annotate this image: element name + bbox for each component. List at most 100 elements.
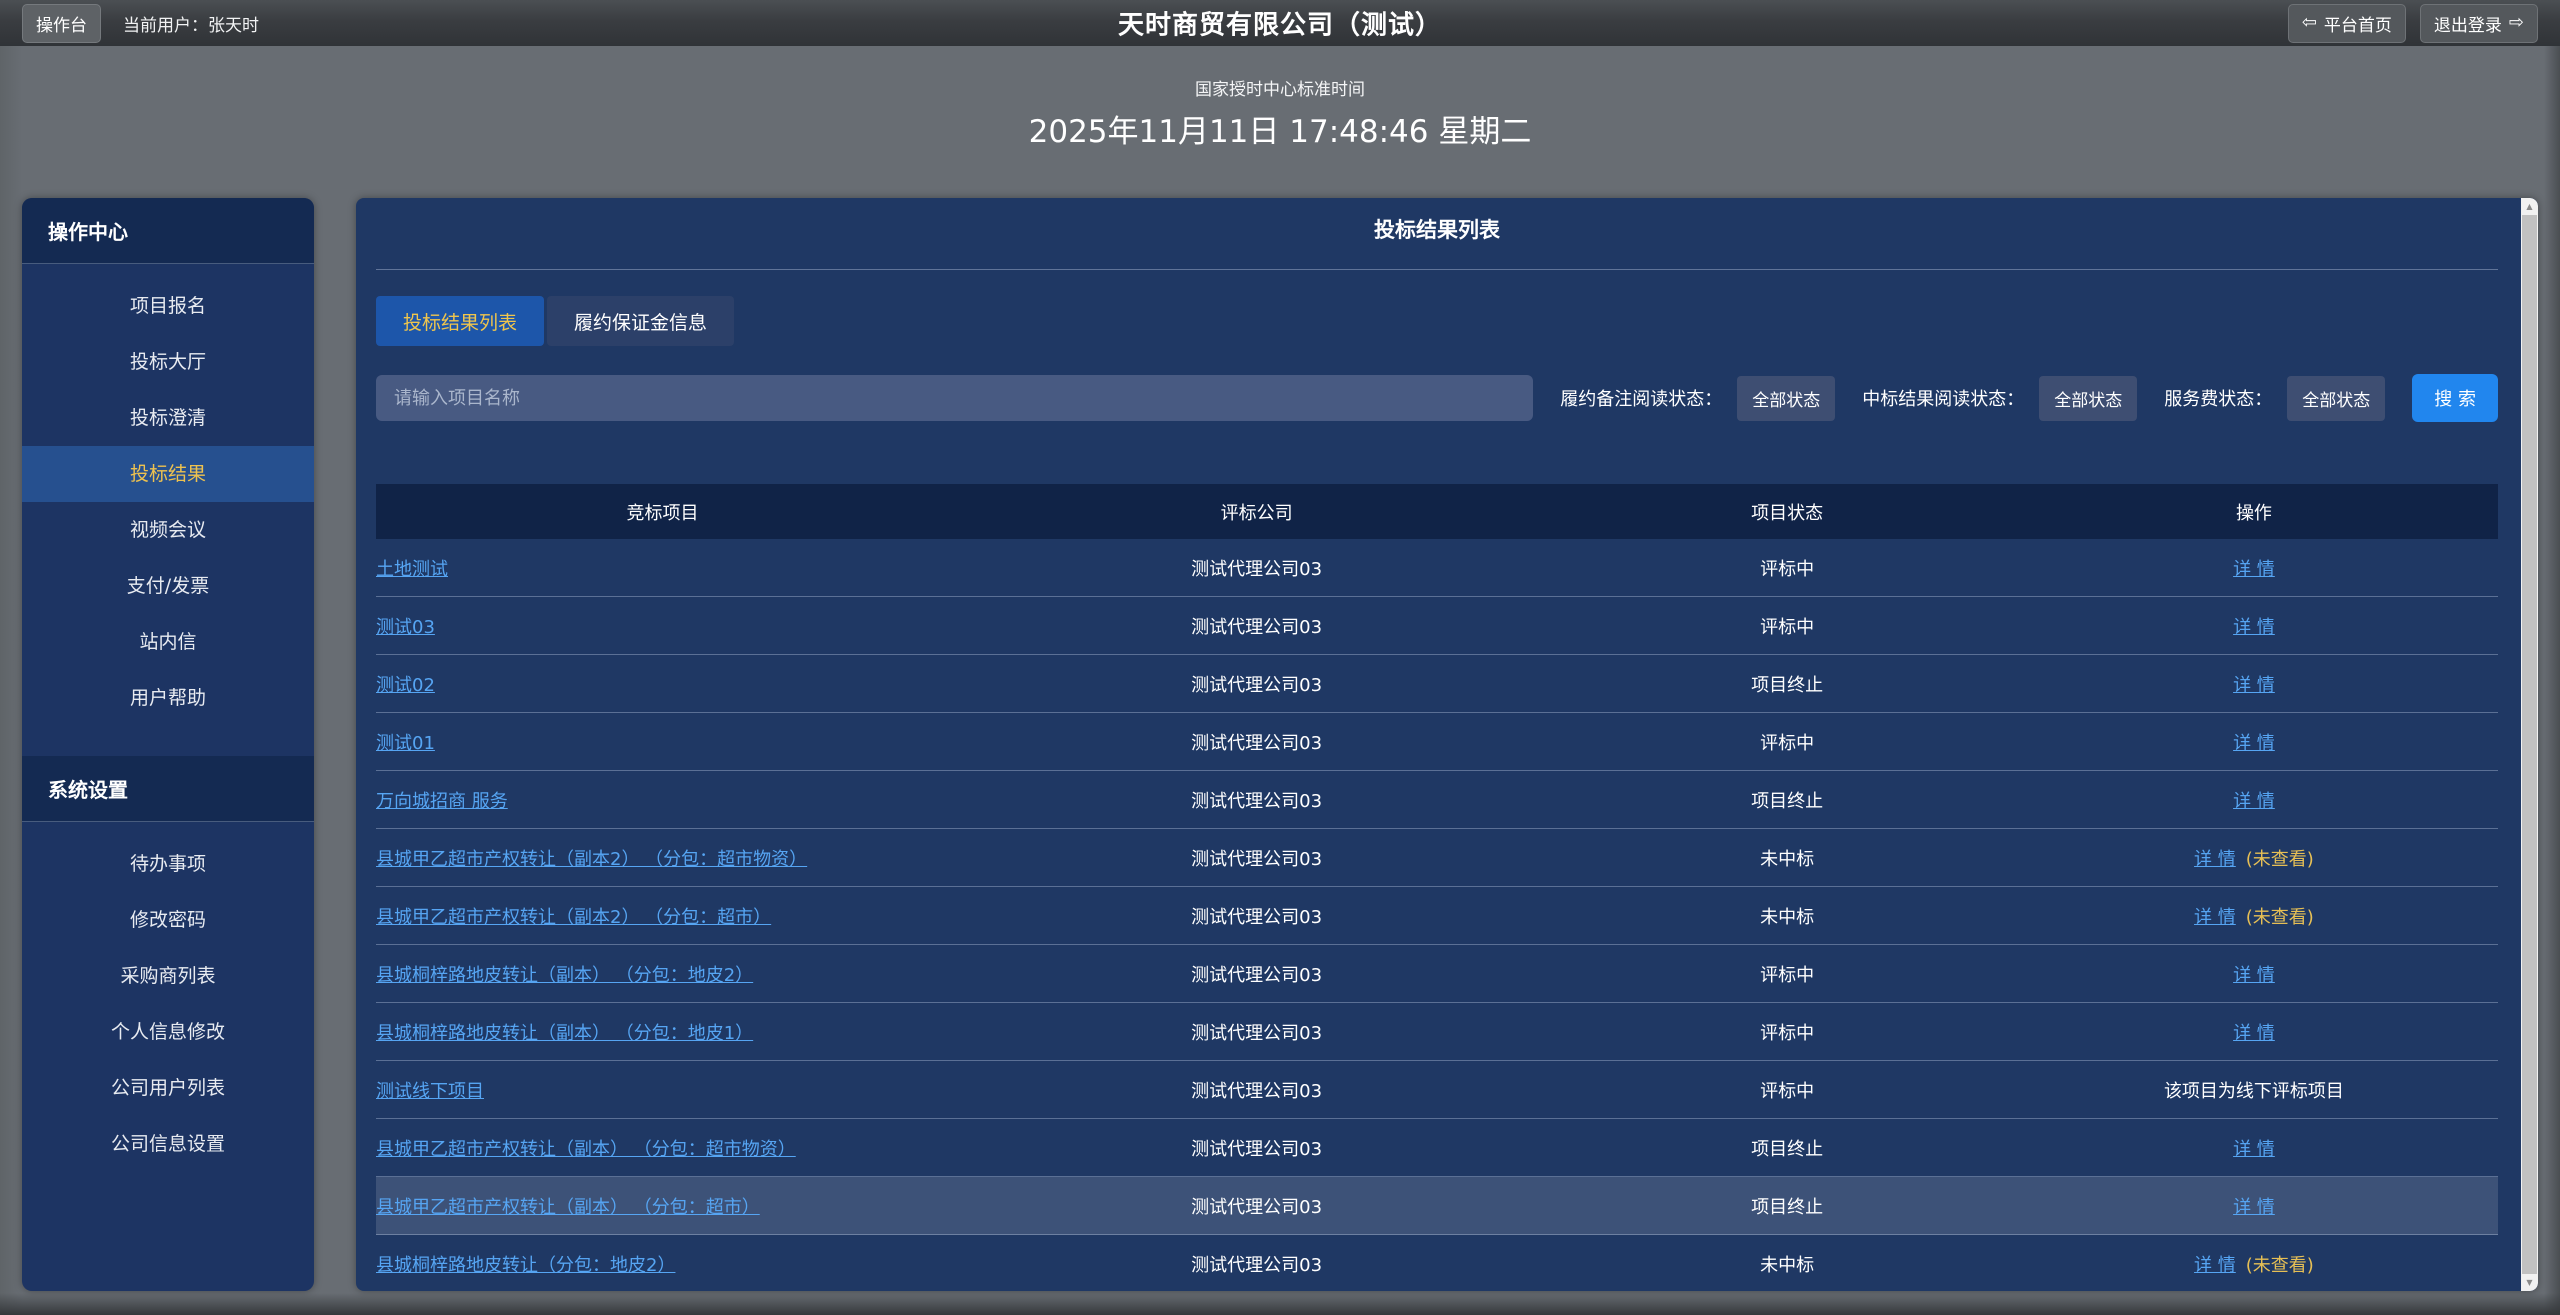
offline-evaluation-note: 该项目为线下评标项目	[2164, 1081, 2344, 1102]
sidebar-section-header: 系统设置	[22, 756, 314, 822]
project-cell: 测试02	[376, 671, 949, 697]
scroll-down-icon[interactable]: ▼	[2521, 1274, 2538, 1291]
action-cell: 详 情	[2010, 1135, 2498, 1161]
company-cell: 测试代理公司03	[949, 961, 1564, 987]
sidebar-item[interactable]: 用户帮助	[22, 670, 314, 726]
status-cell: 评标中	[1564, 729, 2010, 755]
unread-note: (未查看)	[2246, 1255, 2314, 1276]
time-value: 2025年11月11日 17:48:46 星期二	[0, 110, 2560, 154]
project-link[interactable]: 测试线下项目	[376, 1081, 484, 1102]
table-row: 万向城招商 服务 测试代理公司03项目终止 详 情	[376, 771, 2498, 829]
project-link[interactable]: 万向城招商 服务	[376, 791, 508, 812]
sidebar-item[interactable]: 站内信	[22, 614, 314, 670]
console-button[interactable]: 操作台	[22, 4, 101, 43]
detail-link[interactable]: 详 情	[2233, 1139, 2275, 1160]
logout-button[interactable]: 退出登录 ⇨	[2420, 4, 2538, 43]
detail-link[interactable]: 详 情	[2233, 1023, 2275, 1044]
table-row: 县城甲乙超市产权转让（副本） （分包：超市）测试代理公司03项目终止详 情	[376, 1177, 2498, 1235]
filter-label: 履约备注阅读状态：	[1560, 385, 1722, 411]
project-link[interactable]: 县城甲乙超市产权转让（副本2） （分包：超市）	[376, 907, 771, 928]
company-title: 天时商贸有限公司（测试）	[1118, 5, 1442, 42]
tab-bar: 投标结果列表履约保证金信息	[376, 296, 2498, 346]
detail-link[interactable]: 详 情	[2233, 965, 2275, 986]
company-cell: 测试代理公司03	[949, 1077, 1564, 1103]
column-header: 竞标项目	[376, 499, 949, 525]
project-name-input[interactable]	[376, 375, 1533, 421]
company-cell: 测试代理公司03	[949, 729, 1564, 755]
project-cell: 土地测试	[376, 555, 949, 581]
table-row: 县城甲乙超市产权转让（副本2） （分包：超市）测试代理公司03未中标详 情(未查…	[376, 887, 2498, 945]
table-row: 县城甲乙超市产权转让（副本2） （分包：超市物资）测试代理公司03未中标详 情(…	[376, 829, 2498, 887]
sidebar-section-items: 项目报名投标大厅投标澄清投标结果视频会议支付/发票站内信用户帮助	[22, 264, 314, 726]
scroll-up-icon[interactable]: ▲	[2521, 198, 2538, 215]
detail-link[interactable]: 详 情	[2194, 1255, 2236, 1276]
action-cell: 详 情	[2010, 671, 2498, 697]
project-link[interactable]: 县城桐梓路地皮转让（副本） （分包：地皮1）	[376, 1023, 753, 1044]
tab[interactable]: 履约保证金信息	[547, 296, 734, 346]
platform-home-button[interactable]: ⇦ 平台首页	[2288, 4, 2406, 43]
project-cell: 万向城招商 服务	[376, 787, 949, 813]
company-cell: 测试代理公司03	[949, 1193, 1564, 1219]
project-cell: 县城桐梓路地皮转让（副本） （分包：地皮2）	[376, 961, 949, 987]
detail-link[interactable]: 详 情	[2233, 617, 2275, 638]
right-arrow-icon: ⇨	[2509, 14, 2524, 32]
sidebar-item[interactable]: 投标澄清	[22, 390, 314, 446]
detail-link[interactable]: 详 情	[2233, 675, 2275, 696]
project-link[interactable]: 县城甲乙超市产权转让（副本） （分包：超市）	[376, 1197, 760, 1218]
table-row: 县城甲乙超市产权转让（副本） （分包：超市物资）测试代理公司03项目终止详 情	[376, 1119, 2498, 1177]
project-link[interactable]: 县城甲乙超市产权转让（副本） （分包：超市物资）	[376, 1139, 796, 1160]
sidebar-item[interactable]: 公司信息设置	[22, 1116, 314, 1172]
topbar-actions: ⇦ 平台首页 退出登录 ⇨	[2288, 4, 2538, 43]
sidebar-item[interactable]: 投标结果	[22, 446, 314, 502]
detail-link[interactable]: 详 情	[2233, 733, 2275, 754]
sidebar-item[interactable]: 个人信息修改	[22, 1004, 314, 1060]
logout-label: 退出登录	[2434, 11, 2502, 36]
table-header-row: 竞标项目评标公司项目状态操作	[376, 484, 2498, 539]
time-caption: 国家授时中心标准时间	[0, 78, 2560, 102]
content-area: 操作中心项目报名投标大厅投标澄清投标结果视频会议支付/发票站内信用户帮助系统设置…	[0, 198, 2560, 1291]
project-link[interactable]: 土地测试	[376, 559, 448, 580]
company-cell: 测试代理公司03	[949, 845, 1564, 871]
company-cell: 测试代理公司03	[949, 787, 1564, 813]
detail-link[interactable]: 详 情	[2194, 849, 2236, 870]
filter-all-status-button[interactable]: 全部状态	[2039, 376, 2137, 421]
project-link[interactable]: 测试01	[376, 733, 435, 754]
scrollbar-thumb[interactable]	[2522, 215, 2537, 1274]
detail-link[interactable]: 详 情	[2233, 791, 2275, 812]
sidebar-item[interactable]: 修改密码	[22, 892, 314, 948]
project-cell: 县城桐梓路地皮转让（副本） （分包：地皮1）	[376, 1019, 949, 1045]
sidebar-section-items: 待办事项修改密码采购商列表个人信息修改公司用户列表公司信息设置	[22, 822, 314, 1172]
project-cell: 县城桐梓路地皮转让（分包：地皮2）	[376, 1251, 949, 1277]
project-link[interactable]: 测试02	[376, 675, 435, 696]
current-user-label: 当前用户：张天时	[123, 11, 259, 36]
bid-results-table: 竞标项目评标公司项目状态操作土地测试测试代理公司03评标中详 情测试03测试代理…	[376, 484, 2498, 1291]
sidebar-item[interactable]: 视频会议	[22, 502, 314, 558]
project-link[interactable]: 县城桐梓路地皮转让（分包：地皮2）	[376, 1255, 675, 1276]
filter-label: 服务费状态：	[2164, 385, 2272, 411]
detail-link[interactable]: 详 情	[2194, 907, 2236, 928]
table-row: 测试03测试代理公司03评标中详 情	[376, 597, 2498, 655]
sidebar-item[interactable]: 采购商列表	[22, 948, 314, 1004]
table-row: 测试线下项目测试代理公司03评标中该项目为线下评标项目	[376, 1061, 2498, 1119]
tab[interactable]: 投标结果列表	[376, 296, 544, 346]
project-link[interactable]: 测试03	[376, 617, 435, 638]
detail-link[interactable]: 详 情	[2233, 559, 2275, 580]
sidebar-item[interactable]: 待办事项	[22, 836, 314, 892]
project-link[interactable]: 县城桐梓路地皮转让（副本） （分包：地皮2）	[376, 965, 753, 986]
action-cell: 详 情	[2010, 1019, 2498, 1045]
status-cell: 项目终止	[1564, 787, 2010, 813]
table-row: 县城桐梓路地皮转让（副本） （分包：地皮2）测试代理公司03评标中详 情	[376, 945, 2498, 1003]
filter-all-status-button[interactable]: 全部状态	[1737, 376, 1835, 421]
sidebar-item[interactable]: 支付/发票	[22, 558, 314, 614]
detail-link[interactable]: 详 情	[2233, 1197, 2275, 1218]
project-link[interactable]: 县城甲乙超市产权转让（副本2） （分包：超市物资）	[376, 849, 807, 870]
sidebar-item[interactable]: 项目报名	[22, 278, 314, 334]
sidebar-item[interactable]: 投标大厅	[22, 334, 314, 390]
panel-scrollbar[interactable]: ▲ ▼	[2521, 198, 2538, 1291]
company-cell: 测试代理公司03	[949, 903, 1564, 929]
filter-all-status-button[interactable]: 全部状态	[2287, 376, 2385, 421]
search-filter-row: 履约备注阅读状态：全部状态中标结果阅读状态：全部状态服务费状态：全部状态 搜 索	[376, 374, 2498, 422]
sidebar-item[interactable]: 公司用户列表	[22, 1060, 314, 1116]
column-header: 评标公司	[949, 499, 1564, 525]
search-button[interactable]: 搜 索	[2412, 374, 2498, 422]
